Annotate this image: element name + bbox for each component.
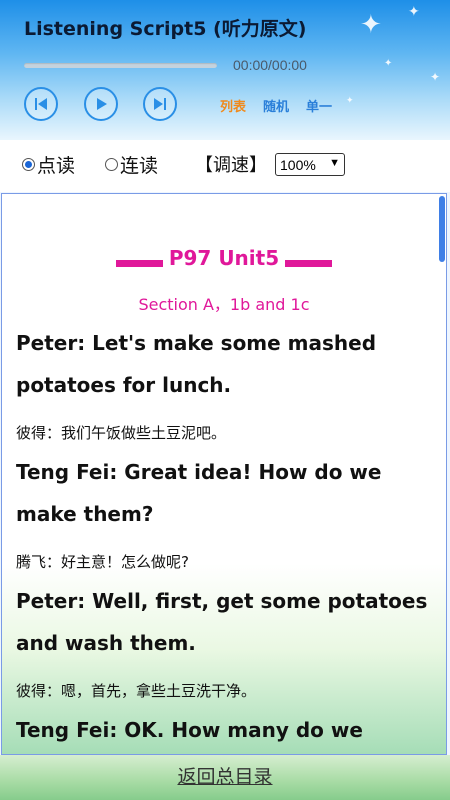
scrollbar-thumb[interactable] bbox=[439, 196, 445, 262]
radio-label: 点读 bbox=[37, 155, 76, 177]
script-line-zh: 彼得：嗯，首先，拿些土豆洗干净。 bbox=[16, 682, 257, 700]
back-to-index-link[interactable]: 返回总目录 bbox=[0, 762, 450, 789]
script-content[interactable]: P97 Unit5 Section A，1b and 1c Peter: Let… bbox=[1, 193, 447, 755]
radio-unselected-icon bbox=[105, 158, 118, 171]
script-line-en[interactable]: Peter: Well, first, get some potatoes an… bbox=[16, 580, 436, 664]
skip-previous-icon bbox=[35, 98, 47, 110]
script-line-zh: 彼得：我们午饭做些土豆泥吧。 bbox=[16, 424, 227, 442]
previous-button[interactable] bbox=[24, 87, 58, 121]
sparkle-icon: ✦ bbox=[430, 70, 441, 84]
radio-continuous-read[interactable]: 连读 bbox=[105, 151, 158, 178]
mode-random-button[interactable]: 随机 bbox=[263, 96, 289, 115]
mode-list-button[interactable]: 列表 bbox=[220, 96, 246, 115]
radio-point-read[interactable]: 点读 bbox=[22, 151, 75, 178]
player-header: ✦ ✦ ✦ ✦ ✦ Listening Script5 (听力原文) 00:00… bbox=[0, 0, 450, 140]
speed-value: 100% bbox=[280, 156, 316, 173]
time-readout: 00:00/00:00 bbox=[233, 57, 307, 73]
radio-label: 连读 bbox=[120, 155, 159, 177]
speed-select[interactable]: 100% ▼ bbox=[275, 153, 345, 176]
script-line-zh: 腾飞：好主意！怎么做呢? bbox=[16, 553, 189, 571]
section-heading: P97 Unit5 bbox=[2, 246, 446, 270]
skip-next-icon bbox=[154, 98, 166, 110]
sparkle-icon: ✦ bbox=[360, 10, 382, 40]
section-subheading: Section A，1b and 1c bbox=[138, 295, 310, 314]
page-title: Listening Script5 (听力原文) bbox=[24, 18, 307, 40]
play-button[interactable] bbox=[84, 87, 118, 121]
sparkle-icon: ✦ bbox=[384, 58, 393, 69]
sparkle-icon: ✦ bbox=[346, 96, 354, 106]
next-button[interactable] bbox=[143, 87, 177, 121]
script-line-en[interactable]: Teng Fei: OK. How many do we need? bbox=[16, 709, 436, 754]
speed-label: 【调速】 bbox=[195, 155, 267, 176]
radio-selected-icon bbox=[22, 158, 35, 171]
progress-bar[interactable] bbox=[24, 63, 217, 68]
script-line-en[interactable]: Peter: Let's make some mashed potatoes f… bbox=[16, 322, 436, 406]
mode-single-button[interactable]: 单一 bbox=[306, 96, 332, 115]
script-line-en[interactable]: Teng Fei: Great idea! How do we make the… bbox=[16, 451, 436, 535]
scrollbar[interactable] bbox=[438, 194, 446, 754]
heading-bar-right bbox=[285, 260, 333, 267]
play-icon bbox=[97, 98, 107, 110]
chevron-down-icon: ▼ bbox=[329, 157, 340, 169]
sparkle-icon: ✦ bbox=[408, 4, 420, 20]
heading-bar-left bbox=[115, 260, 163, 267]
heading-text: P97 Unit5 bbox=[168, 246, 280, 270]
